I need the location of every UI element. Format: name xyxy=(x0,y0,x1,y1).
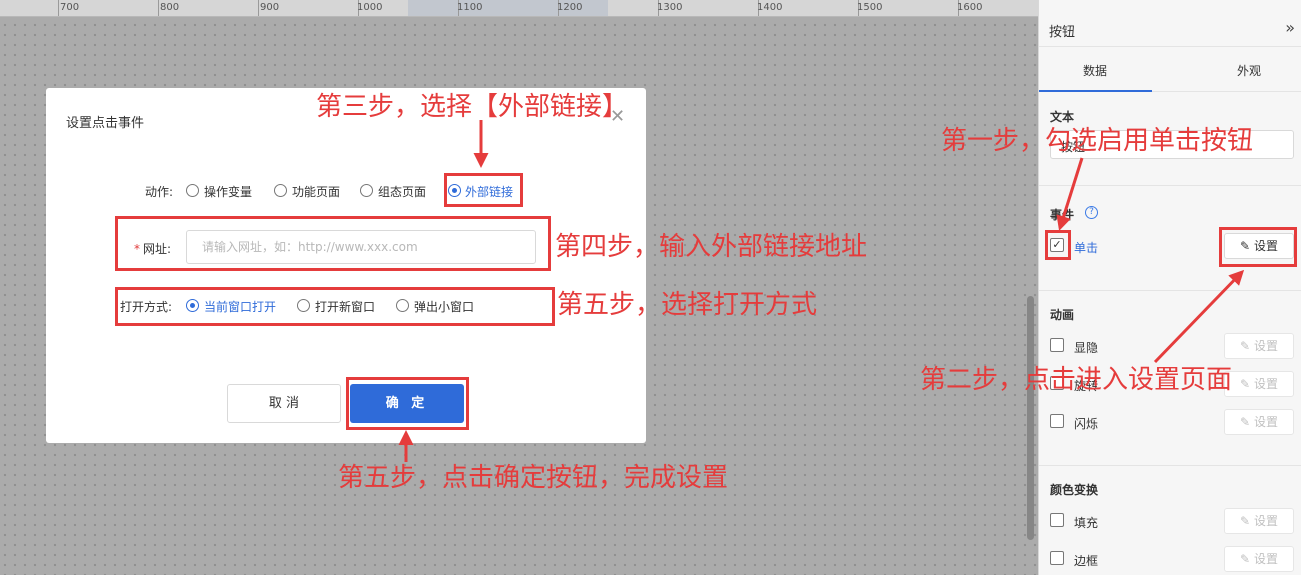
annotation-box-url xyxy=(115,216,551,271)
color-border-set-button[interactable]: ✎ 设置 xyxy=(1224,546,1294,572)
action-radio-variable[interactable] xyxy=(186,184,199,197)
event-section-title: 事件 xyxy=(1050,208,1075,222)
annotation-step3: 第三步，选择【外部链接】 xyxy=(316,92,629,122)
animation-section-title: 动画 xyxy=(1050,308,1075,322)
annotation-step1: 第一步，勾选启用单击按钮 xyxy=(941,126,1254,156)
action-radio-scada-page[interactable] xyxy=(360,184,373,197)
set-button-label: 设置 xyxy=(1254,415,1279,429)
edit-icon: ✎ xyxy=(1239,339,1251,353)
double-chevron-right-icon[interactable]: » xyxy=(1285,18,1295,37)
ruler-label: 1100 xyxy=(457,2,483,13)
color-section-title: 颜色变换 xyxy=(1050,483,1099,497)
set-button-label: 设置 xyxy=(1254,514,1279,528)
canvas-scrollbar[interactable] xyxy=(1027,296,1034,540)
color-fill-label: 填充 xyxy=(1074,516,1099,530)
action-option-function-page[interactable]: 功能页面 xyxy=(292,183,340,200)
annotation-step4: 第四步，输入外部链接地址 xyxy=(555,232,868,262)
annotation-box-set-button xyxy=(1219,227,1297,267)
annotation-step5-open-mode: 第五步，选择打开方式 xyxy=(557,290,818,320)
ruler-tick xyxy=(258,0,259,16)
ruler-label: 800 xyxy=(160,2,180,13)
cancel-button[interactable]: 取 消 xyxy=(227,384,341,423)
ruler-label: 1500 xyxy=(857,2,883,13)
question-circle-icon[interactable]: ? xyxy=(1085,206,1098,219)
ruler-label: 1300 xyxy=(657,2,683,13)
color-fill-set-button[interactable]: ✎ 设置 xyxy=(1224,508,1294,534)
edit-icon: ✎ xyxy=(1239,377,1251,391)
annotation-box-confirm xyxy=(346,377,469,430)
set-button-label: 设置 xyxy=(1254,377,1279,391)
ruler-label: 900 xyxy=(260,2,280,13)
panel-title: 按钮 xyxy=(1049,25,1076,40)
annotation-step5-confirm: 第五步，点击确定按钮，完成设置 xyxy=(338,463,729,493)
panel-tabs: 数据 外观 xyxy=(1039,46,1301,92)
text-section-title: 文本 xyxy=(1050,110,1075,124)
action-option-variable[interactable]: 操作变量 xyxy=(204,183,252,200)
ruler-label: 1200 xyxy=(557,2,583,13)
edit-icon: ✎ xyxy=(1239,415,1251,429)
annotation-step2: 第二步，点击进入设置页面 xyxy=(920,365,1233,395)
active-tab-indicator xyxy=(1039,90,1152,92)
color-border-label: 边框 xyxy=(1074,554,1099,568)
dialog-title: 设置点击事件 xyxy=(66,116,145,131)
divider xyxy=(1039,465,1301,466)
animation-visibility-checkbox[interactable] xyxy=(1050,338,1064,352)
annotation-box-click-checkbox xyxy=(1045,230,1071,260)
animation-visibility-label: 显隐 xyxy=(1074,341,1099,355)
color-fill-checkbox[interactable] xyxy=(1050,513,1064,527)
property-panel: 按钮 » 数据 外观 文本 按钮 事件 ? ✓ 单击 ✎ 设置 动画 显隐 ✎ 设置… xyxy=(1038,0,1301,575)
tab-data[interactable]: 数据 xyxy=(1083,62,1107,79)
annotation-box-external-link xyxy=(444,173,523,207)
ruler-label: 1000 xyxy=(357,2,383,13)
animation-blink-label: 闪烁 xyxy=(1074,417,1099,431)
tab-appearance[interactable]: 外观 xyxy=(1237,62,1261,79)
action-label: 动作: xyxy=(145,185,174,199)
set-button-label: 设置 xyxy=(1254,339,1279,353)
divider xyxy=(1039,290,1301,291)
ruler-label: 700 xyxy=(60,2,80,13)
divider xyxy=(1039,185,1301,186)
action-option-scada-page[interactable]: 组态页面 xyxy=(378,183,426,200)
color-border-checkbox[interactable] xyxy=(1050,551,1064,565)
horizontal-ruler: 700 800 900 1000 1100 1200 1300 1400 150… xyxy=(0,0,1038,17)
set-button-label: 设置 xyxy=(1254,552,1279,566)
click-event-label: 单击 xyxy=(1074,241,1099,255)
action-radio-function-page[interactable] xyxy=(274,184,287,197)
animation-visibility-set-button[interactable]: ✎ 设置 xyxy=(1224,333,1294,359)
ruler-label: 1400 xyxy=(757,2,783,13)
ruler-label: 1600 xyxy=(957,2,983,13)
ruler-tick xyxy=(58,0,59,16)
ruler-tick xyxy=(158,0,159,16)
animation-blink-set-button[interactable]: ✎ 设置 xyxy=(1224,409,1294,435)
animation-rotate-set-button[interactable]: ✎ 设置 xyxy=(1224,371,1294,397)
edit-icon: ✎ xyxy=(1239,552,1251,566)
annotation-box-open-mode xyxy=(115,287,555,326)
animation-blink-checkbox[interactable] xyxy=(1050,414,1064,428)
edit-icon: ✎ xyxy=(1239,514,1251,528)
